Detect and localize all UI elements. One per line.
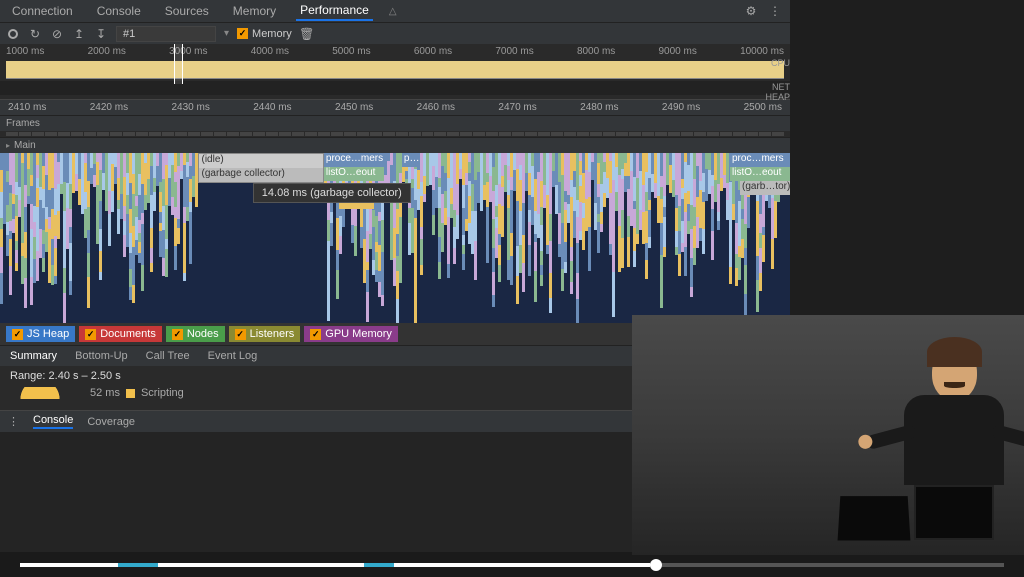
- load-icon[interactable]: ↥: [72, 27, 86, 41]
- cpu-label: CPU: [771, 58, 790, 68]
- legend-heap[interactable]: ✓JS Heap: [6, 326, 75, 342]
- scripting-label: Scripting: [141, 387, 184, 399]
- legend-docs[interactable]: ✓Documents: [79, 326, 162, 342]
- main-tabbar: Connection Console Sources Memory Perfor…: [0, 0, 790, 22]
- chapter-marker: [118, 563, 157, 567]
- d-tick: 2490 ms: [662, 102, 700, 113]
- d-tick: 2470 ms: [498, 102, 536, 113]
- d-tick: 2460 ms: [417, 102, 455, 113]
- detail-ticks: 2410 ms 2420 ms 2430 ms 2440 ms 2450 ms …: [0, 100, 790, 115]
- right-empty: [790, 0, 1024, 315]
- reload-icon[interactable]: ↻: [28, 27, 42, 41]
- memory-checkbox[interactable]: ✓: [237, 28, 248, 39]
- record-icon[interactable]: [6, 27, 20, 41]
- task-listo2[interactable]: listO…eout: [730, 167, 790, 181]
- d-tick: 2420 ms: [90, 102, 128, 113]
- experiment-icon: △: [389, 6, 397, 17]
- ov-tick: 10000 ms: [740, 46, 784, 57]
- dropdown-icon[interactable]: ▾: [224, 28, 229, 39]
- frames-track-label[interactable]: Frames: [0, 115, 790, 131]
- ov-tick: 8000 ms: [577, 46, 615, 57]
- scripting-time: 52 ms: [90, 387, 120, 399]
- task-p[interactable]: p…: [402, 153, 420, 167]
- main-track-label[interactable]: ▸ Main: [0, 137, 790, 153]
- legend-listeners[interactable]: ✓Listeners: [229, 326, 301, 342]
- monitor: [914, 485, 994, 540]
- drawer-menu-icon[interactable]: ⋮: [8, 415, 19, 428]
- video-progress[interactable]: [20, 563, 1004, 567]
- subtab-summary[interactable]: Summary: [10, 350, 57, 362]
- ov-tick: 7000 ms: [495, 46, 533, 57]
- d-tick: 2500 ms: [744, 102, 782, 113]
- summary-pie: [10, 387, 70, 399]
- presenter: [894, 345, 1014, 505]
- d-tick: 2480 ms: [580, 102, 618, 113]
- task-garb[interactable]: (garb…tor): [740, 181, 790, 195]
- drawer-tab-console[interactable]: Console: [33, 414, 73, 429]
- ov-tick: 1000 ms: [6, 46, 44, 57]
- scripting-row: 52 ms Scripting: [90, 387, 184, 399]
- subtab-calltree[interactable]: Call Tree: [146, 350, 190, 362]
- tab-performance[interactable]: Performance: [296, 1, 373, 21]
- d-tick: 2430 ms: [171, 102, 209, 113]
- trash-icon[interactable]: 🗑: [300, 27, 314, 41]
- heap-label: HEAP: [765, 92, 790, 102]
- legend-gpu[interactable]: ✓GPU Memory: [304, 326, 398, 342]
- subtab-eventlog[interactable]: Event Log: [208, 350, 258, 362]
- gc-block[interactable]: (idle) (garbage collector): [198, 153, 324, 183]
- tab-sources[interactable]: Sources: [161, 2, 213, 20]
- ov-tick: 6000 ms: [414, 46, 452, 57]
- tab-console[interactable]: Console: [93, 2, 145, 20]
- ov-tick: 2000 ms: [88, 46, 126, 57]
- main-text: Main: [14, 140, 36, 151]
- tab-connection[interactable]: Connection: [8, 2, 77, 20]
- perf-toolbar: ↻ ⊘ ↥ ↧ ▾ ✓ Memory 🗑: [0, 22, 790, 44]
- task-proc2[interactable]: proc…mers: [730, 153, 790, 167]
- ov-tick: 5000 ms: [332, 46, 370, 57]
- idle-row[interactable]: (idle): [199, 154, 323, 168]
- laptop: [838, 496, 911, 540]
- overview-selection[interactable]: [174, 44, 183, 84]
- scripting-swatch: [126, 389, 135, 398]
- collapse-icon[interactable]: ▸: [6, 141, 10, 150]
- session-select[interactable]: [116, 26, 216, 42]
- net-label: NET: [772, 82, 790, 92]
- task-listo[interactable]: listO…eout: [324, 167, 384, 181]
- cpu-wave: [6, 61, 784, 79]
- playhead[interactable]: [650, 559, 662, 571]
- tab-memory[interactable]: Memory: [229, 2, 280, 20]
- overview-timeline[interactable]: 1000 ms 2000 ms 3000 ms 4000 ms 5000 ms …: [0, 44, 790, 100]
- ov-tick: 4000 ms: [251, 46, 289, 57]
- overview-ticks: 1000 ms 2000 ms 3000 ms 4000 ms 5000 ms …: [0, 44, 790, 59]
- clear-icon[interactable]: ⊘: [50, 27, 64, 41]
- memory-label: Memory: [252, 28, 292, 40]
- flame-chart[interactable]: (idle) (garbage collector) 14.08 ms (gar…: [0, 153, 790, 323]
- d-tick: 2410 ms: [8, 102, 46, 113]
- legend-nodes[interactable]: ✓Nodes: [166, 326, 225, 342]
- gear-icon[interactable]: ⚙: [744, 4, 758, 18]
- ov-tick: 9000 ms: [659, 46, 697, 57]
- chapter-marker: [364, 563, 394, 567]
- d-tick: 2450 ms: [335, 102, 373, 113]
- drawer-tab-coverage[interactable]: Coverage: [87, 416, 135, 428]
- progress-fill: [20, 563, 650, 567]
- kebab-icon[interactable]: ⋮: [768, 4, 782, 18]
- frames-text: Frames: [6, 118, 40, 129]
- webcam-feed: [632, 315, 1024, 555]
- gc-tooltip: 14.08 ms (garbage collector): [253, 183, 411, 203]
- save-icon[interactable]: ↧: [94, 27, 108, 41]
- memory-checkbox-group: ✓ Memory: [237, 28, 292, 40]
- task-blocks: proce…mers listO…eout ru…ks p… proc…mers…: [324, 153, 790, 181]
- d-tick: 2440 ms: [253, 102, 291, 113]
- task-proc[interactable]: proce…mers: [324, 153, 384, 167]
- net-row: [0, 81, 790, 95]
- subtab-bottomup[interactable]: Bottom-Up: [75, 350, 128, 362]
- console-area[interactable]: [0, 432, 632, 552]
- gc-row[interactable]: (garbage collector): [199, 168, 323, 182]
